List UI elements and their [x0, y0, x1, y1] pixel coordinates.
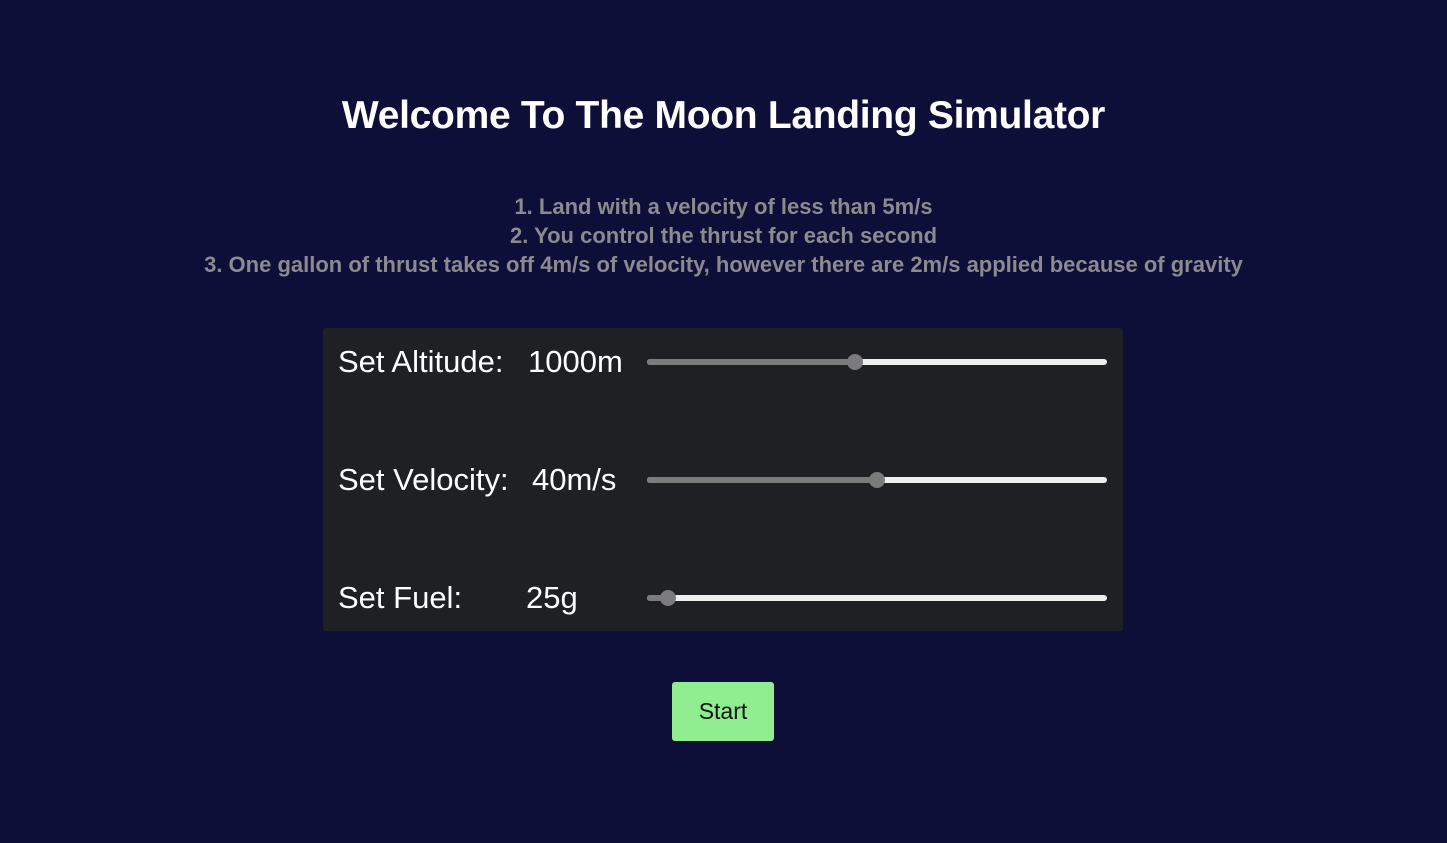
rule-item: 1. Land with a velocity of less than 5m/… — [514, 194, 933, 219]
velocity-slider-thumb[interactable] — [869, 472, 885, 488]
fuel-value: 25g — [526, 580, 578, 615]
velocity-slider[interactable] — [647, 472, 1107, 488]
altitude-value: 1000m — [528, 344, 623, 379]
velocity-slider-fill — [647, 477, 877, 483]
altitude-label: Set Altitude: — [338, 344, 504, 379]
fuel-slider-track — [647, 595, 1107, 601]
fuel-label: Set Fuel: — [338, 580, 463, 615]
rule-item: 3. One gallon of thrust takes off 4m/s o… — [204, 252, 1243, 277]
page-title: Welcome To The Moon Landing Simulator — [341, 94, 1106, 137]
altitude-setting-row: Set Altitude: 1000m — [323, 340, 1123, 384]
velocity-value: 40m/s — [532, 462, 617, 497]
fuel-setting-row: Set Fuel: 25g — [323, 576, 1123, 620]
settings-panel: Set Altitude: 1000m Set Velocity: 40m/s … — [323, 328, 1123, 631]
fuel-slider[interactable] — [647, 590, 1107, 606]
altitude-slider-thumb[interactable] — [846, 354, 863, 370]
rule-item: 2. You control the thrust for each secon… — [509, 223, 938, 248]
velocity-setting-row: Set Velocity: 40m/s — [323, 458, 1123, 502]
fuel-slider-thumb[interactable] — [660, 590, 677, 606]
velocity-label: Set Velocity: — [338, 462, 509, 497]
simulator-page: Welcome To The Moon Landing Simulator 1.… — [0, 0, 1447, 843]
rules-list: 1. Land with a velocity of less than 5m/… — [0, 192, 1447, 279]
altitude-slider[interactable] — [647, 354, 1107, 370]
altitude-slider-fill — [647, 359, 855, 365]
start-button[interactable]: Start — [672, 682, 774, 741]
